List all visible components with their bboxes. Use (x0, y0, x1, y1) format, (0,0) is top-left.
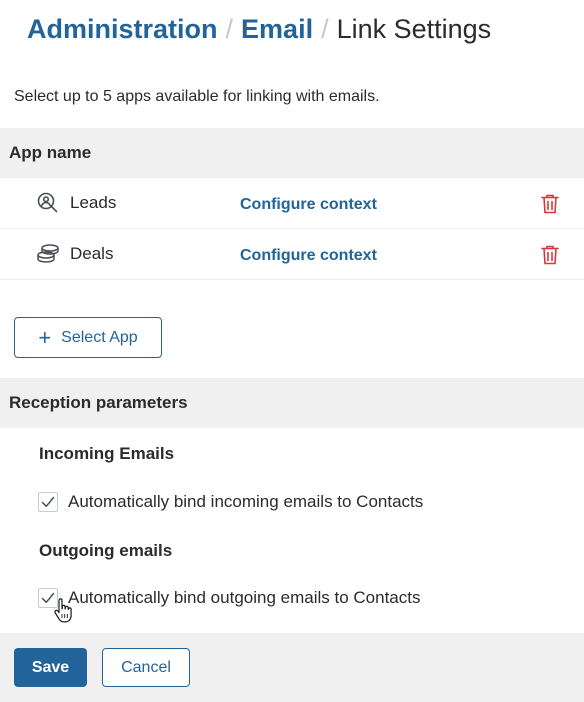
breadcrumb-separator: / (321, 14, 329, 44)
breadcrumb: Administration / Email / Link Settings (27, 12, 491, 46)
incoming-bind-option: Automatically bind incoming emails to Co… (38, 491, 423, 513)
plus-icon: + (38, 324, 52, 350)
outgoing-bind-checkbox[interactable] (38, 588, 58, 608)
coins-stack-icon (36, 242, 60, 266)
user-search-icon (36, 191, 60, 215)
reception-parameters-header: Reception parameters (0, 378, 584, 428)
cancel-button[interactable]: Cancel (102, 648, 190, 687)
outgoing-emails-heading: Outgoing emails (39, 541, 173, 560)
select-app-label: Select App (61, 328, 138, 346)
app-row-deals: Deals Configure context (0, 229, 584, 280)
checkmark-icon (41, 496, 55, 508)
save-button[interactable]: Save (14, 648, 87, 687)
trash-icon[interactable] (540, 244, 560, 266)
configure-context-link-leads[interactable]: Configure context (240, 194, 377, 216)
page-title: Link Settings (336, 14, 492, 44)
form-footer: Save Cancel (0, 633, 584, 702)
incoming-bind-checkbox[interactable] (38, 492, 58, 512)
trash-icon[interactable] (540, 193, 560, 215)
breadcrumb-administration-link[interactable]: Administration (27, 14, 218, 44)
incoming-bind-label[interactable]: Automatically bind incoming emails to Co… (68, 491, 423, 513)
configure-context-link-deals[interactable]: Configure context (240, 245, 377, 267)
page-description: Select up to 5 apps available for linkin… (14, 88, 380, 105)
app-name-deals: Deals (70, 244, 114, 263)
checkmark-icon (41, 592, 55, 604)
breadcrumb-email-link[interactable]: Email (241, 14, 313, 44)
breadcrumb-separator: / (225, 14, 234, 44)
incoming-emails-heading: Incoming Emails (39, 444, 175, 463)
app-row-leads: Leads Configure context (0, 178, 584, 229)
app-name-leads: Leads (70, 193, 117, 212)
outgoing-bind-label[interactable]: Automatically bind outgoing emails to Co… (68, 587, 420, 609)
select-app-button[interactable]: + Select App (14, 317, 162, 358)
app-name-column-header: App name (0, 128, 584, 178)
outgoing-bind-option: Automatically bind outgoing emails to Co… (38, 587, 420, 609)
